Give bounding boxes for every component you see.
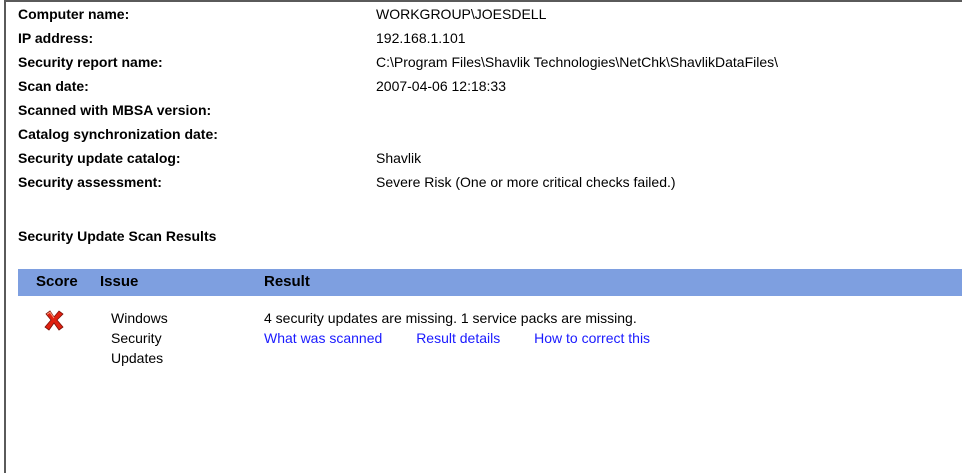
issue-line: Updates xyxy=(111,350,164,366)
info-label: Security update catalog: xyxy=(18,150,181,166)
info-label: Catalog synchronization date: xyxy=(18,126,218,142)
info-value: Severe Risk (One or more critical checks… xyxy=(376,174,676,190)
info-label: Scanned with MBSA version: xyxy=(18,102,212,118)
result-links: What was scanned Result details How to c… xyxy=(264,330,680,346)
result-text: 4 security updates are missing. 1 servic… xyxy=(264,310,637,326)
table-row: Windows Security Updates 4 security upda… xyxy=(18,304,958,394)
info-label: Security assessment: xyxy=(18,174,162,190)
info-label: Security report name: xyxy=(18,54,163,70)
section-title: Security Update Scan Results xyxy=(18,228,217,244)
issue-line: Windows xyxy=(111,310,168,326)
issue-line: Security xyxy=(111,330,162,346)
info-label: Computer name: xyxy=(18,6,130,22)
info-value: 192.168.1.101 xyxy=(376,30,466,46)
info-label: Scan date: xyxy=(18,78,89,94)
results-table-header: Score Issue Result xyxy=(18,269,962,296)
info-value: C:\Program Files\Shavlik Technologies\Ne… xyxy=(376,54,779,70)
info-value: Shavlik xyxy=(376,150,422,166)
info-value: 2007-04-06 12:18:33 xyxy=(376,78,506,94)
info-value: WORKGROUP\JOESDELL xyxy=(376,6,547,22)
result-details-link[interactable]: Result details xyxy=(416,330,500,346)
info-label: IP address: xyxy=(18,30,94,46)
report-frame: Computer name: WORKGROUP\JOESDELL IP add… xyxy=(4,0,962,473)
how-to-correct-link[interactable]: How to correct this xyxy=(534,330,650,346)
what-was-scanned-link[interactable]: What was scanned xyxy=(264,330,382,346)
red-x-icon xyxy=(44,310,64,331)
column-header-score: Score xyxy=(36,273,78,290)
column-header-issue: Issue xyxy=(100,273,139,290)
column-header-result: Result xyxy=(264,273,310,290)
issue-cell: Windows Security Updates xyxy=(111,308,221,368)
